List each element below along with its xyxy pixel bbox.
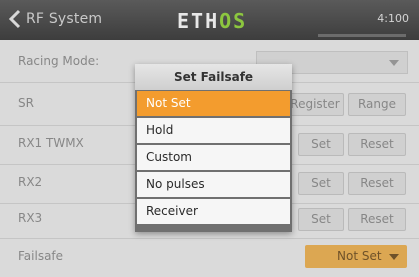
top-bar: RF System ETHOS 4:100 — [0, 0, 419, 40]
set-failsafe-dialog: Set Failsafe Not Set Hold Custom No puls… — [135, 64, 292, 232]
ethos-logo: ETHOS — [177, 9, 248, 33]
screen: RF System ETHOS 4:100 Racing Mode: SR Re… — [0, 0, 419, 277]
option-receiver[interactable]: Receiver — [137, 199, 290, 224]
dialog-title: Set Failsafe — [135, 64, 292, 90]
option-hold[interactable]: Hold — [137, 118, 290, 143]
option-not-set[interactable]: Not Set — [137, 91, 290, 116]
topbar-underline — [318, 34, 406, 37]
option-no-pulses[interactable]: No pulses — [137, 172, 290, 197]
back-arrow-icon[interactable] — [8, 8, 22, 30]
option-custom[interactable]: Custom — [137, 145, 290, 170]
status-value: 4:100 — [377, 12, 409, 25]
status-area: 4:100 — [365, 12, 409, 25]
page-title: RF System — [26, 11, 103, 27]
